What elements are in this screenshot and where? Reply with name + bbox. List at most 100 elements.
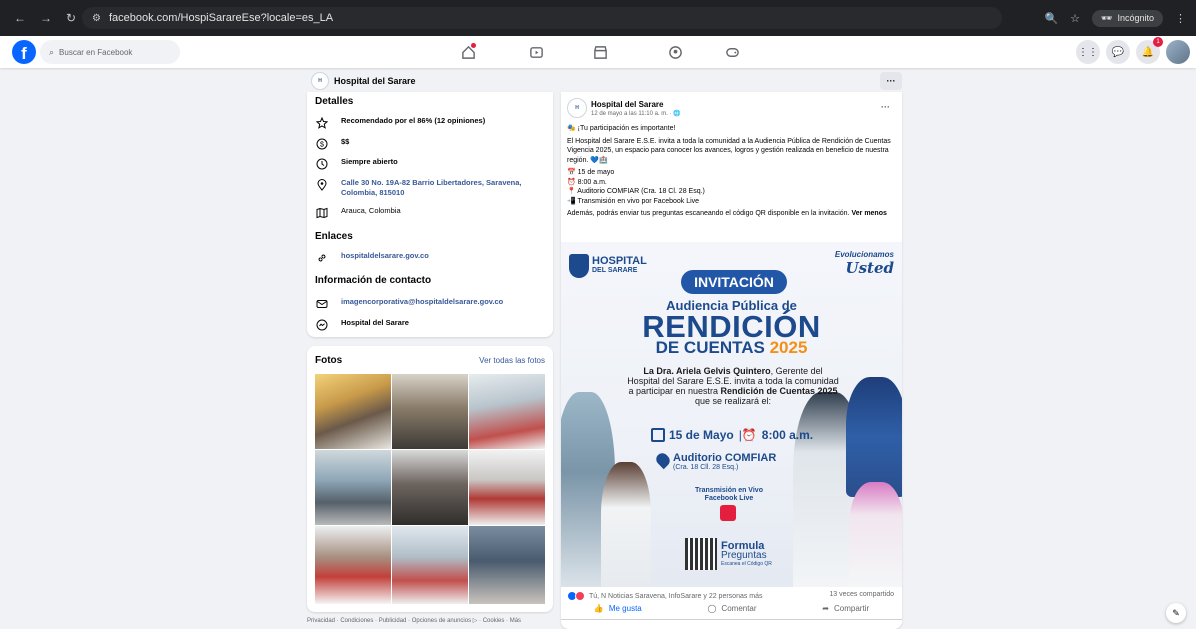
zoom-icon[interactable]: 🔍 bbox=[1044, 12, 1058, 25]
invitation-place-address: (Cra. 18 Cll. 28 Esq.) bbox=[673, 464, 739, 471]
facebook-logo-icon[interactable]: f bbox=[12, 40, 36, 64]
hours-text: Siempre abierto bbox=[341, 157, 398, 166]
nav-home[interactable] bbox=[448, 36, 488, 68]
share-label: Compartir bbox=[833, 604, 870, 613]
home-notification-dot bbox=[471, 43, 476, 48]
new-message-edit-icon[interactable]: ✎ bbox=[1166, 603, 1186, 623]
back-icon[interactable]: ← bbox=[14, 11, 26, 25]
address-bar[interactable]: ⚙ facebook.com/HospiSarareEse?locale=es_… bbox=[82, 7, 1002, 29]
page-title[interactable]: Hospital del Sarare bbox=[334, 76, 416, 86]
site-settings-icon[interactable]: ⚙ bbox=[92, 13, 101, 24]
shares-count[interactable]: 13 veces compartido bbox=[829, 591, 894, 598]
video-icon bbox=[529, 46, 543, 58]
search-input[interactable]: ⌕ Buscar en Facebook bbox=[40, 40, 180, 64]
see-all-photos-link[interactable]: Ver todas las fotos bbox=[479, 356, 545, 365]
detail-recommendation: Recomendado por el 86% (12 opiniones) bbox=[315, 116, 547, 130]
comment-section bbox=[561, 619, 902, 629]
comment-button[interactable]: ◯ Comentar bbox=[707, 604, 756, 613]
photo-thumbnail[interactable] bbox=[315, 374, 391, 449]
facebook-header: f ⌕ Buscar en Facebook ⋮⋮ 💬 🔔 1 bbox=[0, 36, 1196, 68]
post-actions: 👍 Me gusta ◯ Comentar ➦ Compartir bbox=[561, 600, 902, 617]
clock-icon bbox=[315, 157, 329, 171]
photo-thumbnail[interactable] bbox=[392, 374, 468, 449]
reload-icon[interactable]: ↻ bbox=[66, 11, 76, 25]
post-header: H Hospital del Sarare 12 de mayo a las 1… bbox=[567, 98, 681, 118]
alarm-clock-icon: |⏰ bbox=[738, 428, 757, 442]
website-link[interactable]: hospitaldelsarare.gov.co bbox=[341, 251, 429, 261]
photo-thumbnail[interactable] bbox=[315, 526, 391, 604]
more-options-button[interactable]: ··· bbox=[880, 72, 902, 90]
invitation-badge: INVITACIÓN bbox=[681, 270, 787, 294]
slogan-top: Evolucionamos bbox=[834, 250, 894, 259]
photo-thumbnail[interactable] bbox=[392, 526, 468, 604]
photo-thumbnail[interactable] bbox=[315, 450, 391, 525]
website-row: hospitaldelsarare.gov.co bbox=[315, 251, 547, 265]
profile-avatar[interactable] bbox=[1166, 40, 1190, 64]
post-date[interactable]: 12 de mayo a las 11:10 a. m. · 🌐 bbox=[591, 110, 681, 117]
nav-gaming[interactable] bbox=[712, 36, 752, 68]
recommendation-text[interactable]: Recomendado por el 86% (12 opiniones) bbox=[341, 116, 485, 126]
link-icon bbox=[315, 251, 329, 265]
invitation-slogan: Evolucionamos Usted bbox=[835, 250, 894, 277]
links-title: Enlaces bbox=[315, 231, 353, 242]
post-intro-line: 🎭 ¡Tu participación es importante! bbox=[567, 125, 676, 132]
notifications-icon[interactable]: 🔔 1 bbox=[1136, 37, 1163, 64]
doctor-figure bbox=[846, 377, 902, 497]
nav-marketplace[interactable] bbox=[580, 36, 620, 68]
post-card: H Hospital del Sarare 12 de mayo a las 1… bbox=[561, 92, 902, 629]
invitation-hospital-logo: HOSPITAL DEL SARARE bbox=[569, 254, 647, 278]
nav-watch[interactable] bbox=[516, 36, 556, 68]
like-button[interactable]: 👍 Me gusta bbox=[594, 604, 642, 613]
share-icon: ➦ bbox=[822, 604, 829, 613]
incognito-label: Incógnito bbox=[1117, 13, 1154, 23]
photo-thumbnail[interactable] bbox=[469, 526, 545, 604]
invitation-body-end: que se realizará el: bbox=[694, 396, 772, 406]
post-author-name[interactable]: Hospital del Sarare bbox=[591, 100, 681, 109]
invitation-date: 15 de Mayo bbox=[669, 428, 734, 442]
post-list-item: 📍 Auditorio COMFIAR (Cra. 18 Cl. 28 Esq.… bbox=[567, 188, 705, 195]
messenger-icon[interactable]: 💬 bbox=[1106, 40, 1130, 64]
details-title: Detalles bbox=[315, 96, 354, 107]
messenger-link[interactable]: Hospital del Sarare bbox=[341, 318, 409, 328]
photo-thumbnail[interactable] bbox=[392, 450, 468, 525]
post-author-block: Hospital del Sarare 12 de mayo a las 11:… bbox=[591, 100, 681, 117]
post-options-button[interactable]: ··· bbox=[881, 102, 890, 112]
browser-menu-icon[interactable]: ⋮ bbox=[1175, 12, 1186, 25]
page-logo[interactable]: H bbox=[311, 72, 329, 90]
photo-thumbnail[interactable] bbox=[469, 450, 545, 525]
photo-thumbnail[interactable] bbox=[469, 374, 545, 449]
url-text: facebook.com/HospiSarareEse?locale=es_LA bbox=[108, 12, 334, 24]
forward-icon[interactable]: → bbox=[40, 11, 52, 25]
details-card: Detalles Recomendado por el 86% (12 opin… bbox=[307, 92, 553, 337]
bookmark-star-icon[interactable]: ☆ bbox=[1070, 12, 1080, 25]
post-author-avatar[interactable]: H bbox=[567, 98, 587, 118]
thumbs-up-icon: 👍 bbox=[593, 604, 604, 613]
like-label: Me gusta bbox=[608, 604, 642, 613]
invitation-date-row: 15 de Mayo |⏰ 8:00 a.m. bbox=[651, 428, 813, 442]
see-less-link[interactable]: Ver menos bbox=[851, 210, 886, 217]
post-text: 🎭 ¡Tu participación es importante! El Ho… bbox=[567, 124, 897, 222]
menu-grid-icon[interactable]: ⋮⋮ bbox=[1076, 40, 1100, 64]
qr-line2: Preguntas bbox=[721, 550, 767, 561]
logo-line1: HOSPITAL bbox=[592, 255, 647, 267]
email-link[interactable]: imagencorporativa@hospitaldelsarare.gov.… bbox=[341, 297, 503, 307]
address-link[interactable]: Calle 30 No. 19A-82 Barrio Libertadores,… bbox=[341, 178, 547, 198]
email-icon bbox=[315, 297, 329, 311]
messenger-outline-icon bbox=[315, 318, 329, 332]
search-placeholder: Buscar en Facebook bbox=[59, 47, 133, 57]
footer-links[interactable]: Privacidad · Condiciones · Publicidad · … bbox=[307, 617, 547, 624]
post-outro-text: Además, podrás enviar tus preguntas esca… bbox=[567, 210, 850, 217]
star-icon bbox=[315, 116, 329, 130]
comment-label: Comentar bbox=[721, 604, 757, 613]
browser-toolbar: ← → ↻ ⚙ facebook.com/HospiSarareEse?loca… bbox=[0, 0, 1196, 36]
post-paragraph: El Hospital del Sarare E.S.E. invita a t… bbox=[567, 137, 891, 164]
browser-nav: ← → ↻ bbox=[14, 0, 90, 36]
incognito-badge[interactable]: 🕶 Incógnito bbox=[1092, 9, 1163, 27]
nav-groups[interactable] bbox=[655, 36, 695, 68]
post-invitation-image[interactable]: HOSPITAL DEL SARARE Evolucionamos Usted … bbox=[561, 242, 902, 587]
hospital-shield-icon bbox=[569, 254, 589, 278]
price-icon: $ bbox=[315, 137, 329, 151]
invitation-year: 2025 bbox=[769, 338, 808, 357]
share-button[interactable]: ➦ Compartir bbox=[822, 604, 869, 613]
detail-hours: Siempre abierto bbox=[315, 157, 547, 171]
